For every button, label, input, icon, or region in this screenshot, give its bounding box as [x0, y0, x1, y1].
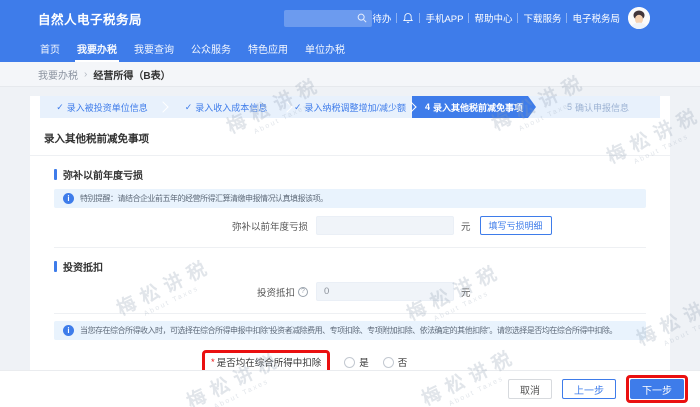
divider	[566, 13, 568, 23]
mobile-app-link[interactable]: 手机APP	[425, 11, 463, 25]
invest-amount-input[interactable]	[316, 282, 454, 301]
page-title: 录入其他税前减免事项	[44, 133, 149, 145]
nav-tab-unit-tax[interactable]: 单位办税	[303, 36, 347, 62]
invest-unit-label: 元	[461, 287, 471, 299]
info-icon: i	[63, 193, 74, 204]
divider	[54, 313, 646, 314]
radio-circle-icon[interactable]	[344, 356, 356, 368]
next-step-button[interactable]: 下一步	[630, 379, 684, 399]
help-center-link[interactable]: 帮助中心	[474, 11, 512, 25]
step-2-income-cost: ✓ 录入收入成本信息	[164, 96, 288, 118]
help-icon[interactable]: ?	[298, 286, 308, 297]
breadcrumb-parent[interactable]: 我要办税	[38, 67, 78, 82]
notice-text: 当您存在综合所得收入时，可选择在综合所得申报中扣除“投资者减除费用、专项扣除、专…	[80, 326, 617, 335]
loss-alert: i 特别提醒：请结合企业前五年的经营所得汇算清缴申报情况认真填报该项。	[54, 189, 646, 208]
nav-tab-public-service[interactable]: 公众服务	[189, 36, 233, 62]
section-header: 弥补以前年度亏损	[54, 167, 646, 182]
section-investment-deduction: 投资抵扣 投资抵扣 ? 元 i 当您存在综合所得收入时，可选择在综合所得申报中扣…	[30, 259, 670, 374]
main-card: ✓ 录入被投资单位信息 ✓ 录入收入成本信息 ✓ 录入纳税调整增加/减少额 4 …	[30, 96, 670, 374]
loss-amount-input[interactable]	[316, 216, 454, 235]
radio-circle-icon[interactable]	[382, 356, 394, 368]
breadcrumb-separator-icon: ›	[84, 68, 88, 80]
radio-option-no[interactable]: 否	[382, 355, 407, 369]
section-title: 弥补以前年度亏损	[63, 171, 143, 182]
section-accent-bar	[54, 169, 57, 180]
fill-loss-detail-button[interactable]: 填写亏损明细	[479, 216, 552, 235]
divider	[468, 13, 470, 23]
loss-unit-label: 元	[461, 221, 471, 233]
step-1-investee-info: ✓ 录入被投资单位信息	[40, 96, 164, 118]
section-header: 投资抵扣	[54, 259, 646, 274]
loss-field-row: 弥补以前年度亏损 元 填写亏损明细	[54, 216, 646, 235]
divider	[517, 13, 519, 23]
alert-text: 特别提醒：请结合企业前五年的经营所得汇算清缴申报情况认真填报该项。	[80, 194, 328, 203]
divider	[54, 247, 646, 248]
step-4-pre-tax-deductions: 4 录入其他税前减免事项	[412, 96, 536, 118]
radio-group-label: 是否均在综合所得中扣除	[216, 358, 322, 369]
todo-link[interactable]: 待办	[372, 11, 391, 25]
header-links: 待办 手机APP 帮助中心 下载服务 电子税务局	[372, 7, 686, 29]
search-box[interactable]	[284, 9, 373, 27]
cancel-button[interactable]: 取消	[508, 379, 552, 399]
etax-bureau-link[interactable]: 电子税务局	[572, 11, 620, 25]
comprehensive-income-notice: i 当您存在综合所得收入时，可选择在综合所得申报中扣除“投资者减除费用、专项扣除…	[54, 321, 646, 340]
section-title: 投资抵扣	[63, 263, 103, 274]
check-icon: ✓	[293, 101, 302, 112]
check-icon: ✓	[56, 101, 64, 112]
nav-tab-home[interactable]: 首页	[38, 36, 62, 62]
invest-field-row: 投资抵扣 ? 元	[54, 282, 646, 301]
main-nav: 首页 我要办税 我要查询 公众服务 特色应用 单位办税	[0, 36, 700, 62]
check-icon: ✓	[184, 101, 193, 112]
action-footer: 取消 上一步 下一步	[0, 370, 700, 407]
divider	[419, 13, 421, 23]
annotation-box-next: 下一步	[626, 375, 688, 403]
step-5-confirm-declaration: 5 确认申报信息	[566, 102, 630, 113]
nav-tab-featured-apps[interactable]: 特色应用	[246, 36, 290, 62]
download-service-link[interactable]: 下载服务	[523, 11, 561, 25]
breadcrumb: 我要办税 › 经营所得（B表）	[0, 62, 700, 87]
invest-field-label: 投资抵扣 ?	[54, 285, 308, 299]
info-icon: i	[63, 325, 74, 336]
step-progress-bar: ✓ 录入被投资单位信息 ✓ 录入收入成本信息 ✓ 录入纳税调整增加/减少额 4 …	[40, 96, 660, 118]
search-input[interactable]	[289, 13, 358, 23]
notification-bell-icon[interactable]	[402, 12, 414, 24]
required-mark: *	[211, 356, 215, 368]
app-header: 自然人电子税务局 待办 手机APP 帮助中心 下载服务 电子税务局	[0, 0, 700, 36]
divider	[396, 13, 398, 23]
app-title: 自然人电子税务局	[38, 12, 143, 27]
radio-option-yes[interactable]: 是	[344, 355, 369, 369]
step-3-tax-adjustment: ✓ 录入纳税调整增加/减少额	[288, 96, 412, 118]
nav-tab-tax-handling[interactable]: 我要办税	[75, 36, 119, 62]
section-loss-carryforward: 弥补以前年度亏损 i 特别提醒：请结合企业前五年的经营所得汇算清缴申报情况认真填…	[30, 167, 670, 248]
user-avatar[interactable]	[628, 7, 650, 29]
loss-field-label: 弥补以前年度亏损	[231, 221, 308, 233]
nav-tab-inquiry[interactable]: 我要查询	[132, 36, 176, 62]
search-icon	[357, 13, 367, 23]
previous-step-button[interactable]: 上一步	[562, 379, 616, 399]
breadcrumb-current: 经营所得（B表）	[93, 70, 171, 82]
section-accent-bar	[54, 261, 57, 272]
divider	[30, 155, 670, 156]
